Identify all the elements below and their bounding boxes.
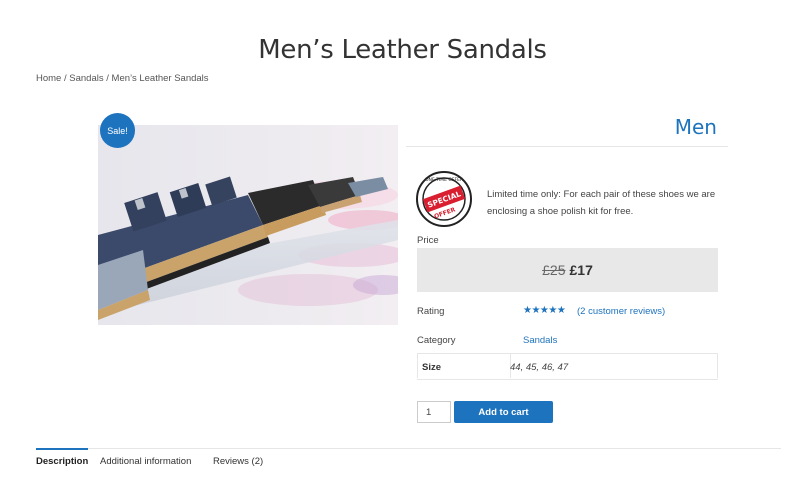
sandals-photo [98, 125, 398, 325]
sale-badge: Sale! [100, 113, 135, 148]
active-tab-indicator [36, 448, 88, 450]
page-title: Men’s Leather Sandals [258, 35, 547, 66]
tab-reviews[interactable]: Reviews (2) [213, 456, 263, 467]
table-divider [717, 353, 718, 378]
offer-text: Limited time only: For each pair of thes… [487, 189, 716, 217]
tabs-divider [36, 448, 781, 449]
breadcrumb-home-link[interactable]: Home [36, 73, 61, 84]
special-offer-stamp-icon: ONE TIME OFFER SPECIAL OFFER [416, 171, 472, 227]
quantity-input[interactable] [417, 401, 451, 423]
title-divider [406, 146, 728, 147]
add-to-cart-button[interactable]: Add to cart [454, 401, 553, 423]
sale-price: £17 [569, 262, 593, 278]
rating-label: Rating [417, 306, 445, 317]
category-title: Men [674, 115, 717, 139]
tab-description[interactable]: Description [36, 456, 88, 467]
category-link[interactable]: Sandals [523, 335, 557, 346]
size-label: Size [422, 362, 442, 373]
breadcrumb-current: Men’s Leather Sandals [111, 73, 209, 84]
tab-additional-information[interactable]: Additional information [100, 456, 191, 467]
svg-text:ONE TIME OFFER: ONE TIME OFFER [425, 177, 463, 183]
price-label: Price [417, 235, 439, 246]
breadcrumb-category-link[interactable]: Sandals [69, 73, 103, 84]
star-rating-icon: ★★★★★ [523, 305, 566, 316]
table-divider [417, 353, 418, 378]
price-box: £25 £17 [417, 248, 718, 292]
old-price: £25 [542, 262, 566, 278]
size-values: 44, 45, 46, 47 [510, 362, 569, 373]
category-label: Category [417, 335, 456, 346]
product-image[interactable] [98, 125, 398, 325]
breadcrumb-separator: / [103, 73, 112, 84]
breadcrumb: Home / Sandals / Men’s Leather Sandals [36, 73, 209, 84]
customer-reviews-link[interactable]: (2 customer reviews) [577, 306, 665, 317]
